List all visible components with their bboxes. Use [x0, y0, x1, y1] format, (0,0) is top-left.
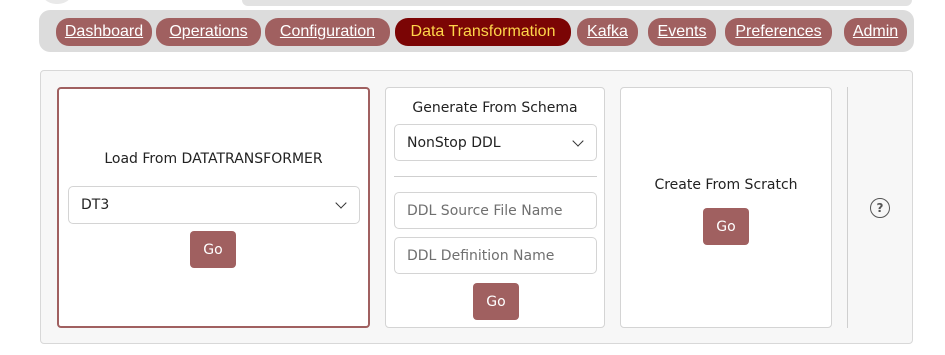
- chevron-down-icon: [572, 134, 584, 147]
- page: Dashboard Operations Configuration Data …: [0, 0, 945, 355]
- top-strip: [242, 0, 912, 6]
- decorative-shape: [40, 0, 74, 4]
- schema-type-select[interactable]: NonStop DDL: [394, 124, 597, 161]
- scratch-card: Create From Scratch Go: [620, 87, 832, 328]
- ddl-source-file-input[interactable]: [394, 192, 597, 229]
- load-card: Load From DATATRANSFORMER DT3 Go: [57, 87, 370, 328]
- chevron-down-icon: [335, 197, 347, 209]
- schema-divider: [394, 176, 597, 177]
- tab-admin[interactable]: Admin: [844, 18, 907, 46]
- load-go-button[interactable]: Go: [190, 231, 236, 268]
- scratch-go-button[interactable]: Go: [703, 208, 749, 245]
- schema-card: Generate From Schema NonStop DDL Go: [385, 87, 605, 328]
- schema-type-select-value: NonStop DDL: [407, 134, 501, 151]
- tab-kafka[interactable]: Kafka: [577, 18, 638, 46]
- tab-events[interactable]: Events: [648, 18, 716, 46]
- schema-go-button[interactable]: Go: [473, 283, 519, 320]
- schema-card-title: Generate From Schema: [412, 100, 578, 116]
- ddl-definition-name-input[interactable]: [394, 237, 597, 274]
- load-card-title: Load From DATATRANSFORMER: [104, 151, 323, 167]
- tab-preferences[interactable]: Preferences: [725, 18, 832, 46]
- main-nav: Dashboard Operations Configuration Data …: [39, 10, 914, 52]
- help-circle-icon[interactable]: ?: [870, 198, 890, 218]
- transformation-panel: Load From DATATRANSFORMER DT3 Go Generat…: [40, 70, 913, 344]
- datatransformer-select-value: DT3: [81, 197, 110, 213]
- tab-operations[interactable]: Operations: [156, 18, 261, 46]
- scratch-card-title: Create From Scratch: [654, 177, 798, 193]
- datatransformer-select[interactable]: DT3: [68, 186, 360, 224]
- tab-dashboard[interactable]: Dashboard: [56, 18, 152, 46]
- tab-configuration[interactable]: Configuration: [265, 18, 390, 46]
- help-divider: [847, 87, 848, 328]
- tab-data-transformation[interactable]: Data Transformation: [395, 18, 571, 46]
